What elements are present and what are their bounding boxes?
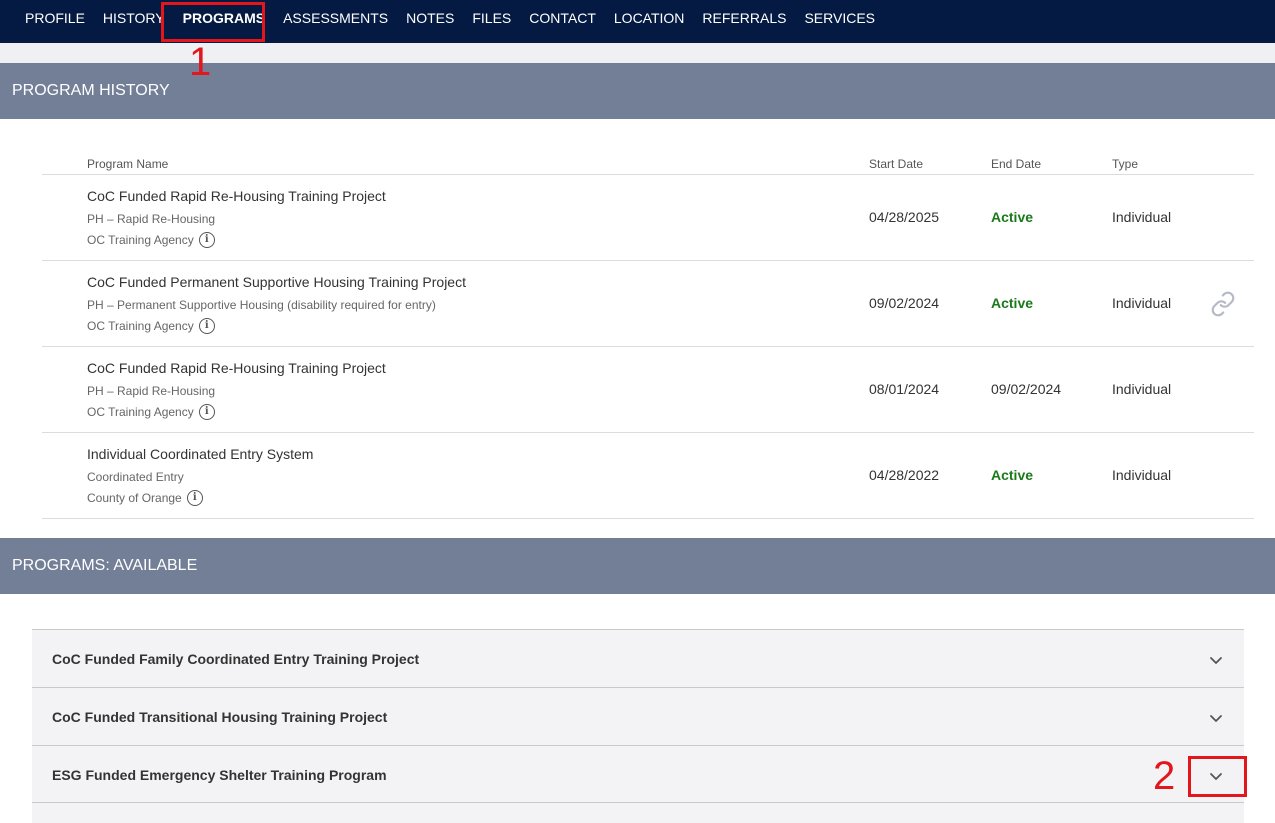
end-date: Active (991, 295, 1034, 311)
nav-files[interactable]: FILES (463, 0, 520, 43)
accordion-item[interactable]: ESG Funded Emergency Shelter Training Pr… (32, 745, 1244, 803)
program-agency: OC Training Agency i (87, 404, 215, 420)
annotation-box-2 (1188, 756, 1247, 797)
end-date: Active (991, 209, 1034, 225)
nav-profile[interactable]: PROFILE (16, 0, 94, 43)
start-date: 04/28/2025 (869, 209, 940, 225)
programs-available-list: CoC Funded Family Coordinated Entry Trai… (32, 629, 1244, 823)
header-program-name: Program Name (87, 157, 169, 171)
end-date: 09/02/2024 (991, 381, 1062, 397)
end-date: Active (991, 467, 1034, 483)
program-agency: OC Training Agency i (87, 318, 215, 334)
accordion-item[interactable]: CoC Funded Family Coordinated Entry Trai… (32, 629, 1244, 687)
table-row[interactable]: CoC Funded Rapid Re-Housing Training Pro… (42, 347, 1254, 433)
agency-name: OC Training Agency (87, 233, 194, 247)
header-type: Type (1112, 157, 1139, 171)
table-row[interactable]: Individual Coordinated Entry System Coor… (42, 433, 1254, 519)
nav-referrals[interactable]: REFERRALS (693, 0, 795, 43)
nav-services[interactable]: SERVICES (795, 0, 884, 43)
nav-location[interactable]: LOCATION (605, 0, 694, 43)
program-type: PH – Rapid Re-Housing (87, 212, 216, 226)
accordion-item[interactable]: CoC Funded Transitional Housing Training… (32, 687, 1244, 745)
enrollment-type: Individual (1112, 381, 1172, 397)
program-name: CoC Funded Rapid Re-Housing Training Pro… (87, 360, 386, 376)
nav-assessments[interactable]: ASSESSMENTS (274, 0, 397, 43)
link-icon[interactable] (1210, 291, 1236, 317)
program-name: Individual Coordinated Entry System (87, 446, 314, 462)
chevron-down-icon[interactable] (1208, 710, 1224, 726)
agency-name: OC Training Agency (87, 405, 194, 419)
enrollment-type: Individual (1112, 467, 1172, 483)
accordion-item-partial (32, 803, 1244, 823)
info-icon[interactable]: i (198, 232, 215, 248)
annotation-box-1 (161, 2, 265, 42)
accordion-title: CoC Funded Transitional Housing Training… (52, 709, 388, 725)
header-start-date: Start Date (869, 157, 924, 171)
agency-name: County of Orange (87, 491, 182, 505)
program-history-table: Program Name Start Date End Date Type Co… (42, 150, 1254, 519)
program-type: Coordinated Entry (87, 470, 184, 484)
info-icon[interactable]: i (198, 404, 215, 420)
enrollment-type: Individual (1112, 209, 1172, 225)
nav-contact[interactable]: CONTACT (520, 0, 605, 43)
program-agency: OC Training Agency i (87, 232, 215, 248)
program-type: PH – Rapid Re-Housing (87, 384, 216, 398)
annotation-number-2: 2 (1153, 754, 1176, 798)
program-name: CoC Funded Permanent Supportive Housing … (87, 274, 466, 290)
accordion-title: ESG Funded Emergency Shelter Training Pr… (52, 767, 387, 783)
table-header-row: Program Name Start Date End Date Type (42, 150, 1254, 175)
info-icon[interactable]: i (198, 318, 215, 334)
program-type: PH – Permanent Supportive Housing (disab… (87, 298, 436, 312)
header-end-date: End Date (991, 157, 1042, 171)
program-name: CoC Funded Rapid Re-Housing Training Pro… (87, 188, 386, 204)
accordion-title: CoC Funded Family Coordinated Entry Trai… (52, 651, 420, 667)
start-date: 08/01/2024 (869, 381, 940, 397)
info-icon[interactable]: i (186, 490, 203, 506)
start-date: 09/02/2024 (869, 295, 940, 311)
table-row[interactable]: CoC Funded Rapid Re-Housing Training Pro… (42, 175, 1254, 261)
chevron-down-icon[interactable] (1208, 652, 1224, 668)
agency-name: OC Training Agency (87, 319, 194, 333)
annotation-number-1: 1 (189, 40, 212, 84)
table-row[interactable]: CoC Funded Permanent Supportive Housing … (42, 261, 1254, 347)
nav-notes[interactable]: NOTES (397, 0, 463, 43)
enrollment-type: Individual (1112, 295, 1172, 311)
program-agency: County of Orange i (87, 490, 203, 506)
start-date: 04/28/2022 (869, 467, 940, 483)
programs-available-header: PROGRAMS: AVAILABLE (0, 538, 1275, 594)
